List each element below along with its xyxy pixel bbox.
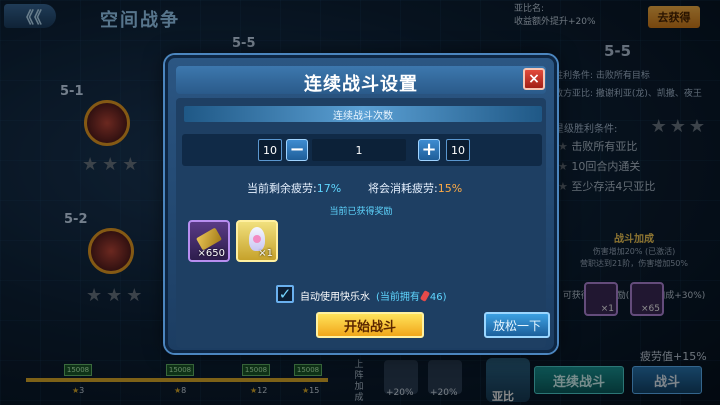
reward-crystal[interactable]: ×1 bbox=[236, 220, 278, 262]
battle-count-section-label: 连续战斗次数 bbox=[184, 106, 542, 122]
start-battle-button[interactable]: 开始战斗 bbox=[316, 312, 424, 338]
battle-count-row: 10 − 1 + 10 bbox=[182, 134, 542, 166]
reward-qty: ×1 bbox=[258, 248, 273, 259]
dialog-title: 连续战斗设置 bbox=[304, 74, 418, 95]
fatigue-current-value: 17% bbox=[316, 182, 342, 195]
fatigue-cost: 将会消耗疲劳:15% bbox=[368, 180, 462, 196]
fatigue-cost-label: 将会消耗疲劳: bbox=[368, 182, 438, 195]
auto-note-prefix: (当前拥有 bbox=[376, 292, 420, 303]
min-count-button[interactable]: 10 bbox=[258, 139, 282, 161]
auto-use-note: (当前拥有 46) bbox=[376, 288, 447, 303]
auto-use-checkbox[interactable]: ✓ bbox=[276, 285, 294, 303]
minus-button[interactable]: − bbox=[286, 139, 308, 161]
dialog-header: 连续战斗设置 bbox=[176, 66, 546, 95]
max-count-button[interactable]: 10 bbox=[446, 139, 470, 161]
auto-use-label: 自动使用快乐水 bbox=[300, 292, 370, 303]
earned-rewards-label: 当前已获得奖励 bbox=[329, 207, 393, 217]
potion-icon bbox=[419, 290, 431, 302]
auto-note-count: 46) bbox=[429, 292, 447, 303]
reward-ticket[interactable]: ×650 bbox=[188, 220, 230, 262]
close-icon[interactable]: × bbox=[523, 68, 545, 90]
battle-count-field[interactable]: 1 bbox=[312, 139, 406, 161]
dialog-body: 连续战斗次数 10 − 1 + 10 当前剩余疲劳:17% 将会消耗疲劳:15%… bbox=[176, 98, 550, 348]
plus-button[interactable]: + bbox=[418, 139, 440, 161]
reward-qty: ×650 bbox=[197, 248, 225, 259]
fatigue-current: 当前剩余疲劳:17% bbox=[247, 180, 341, 196]
fatigue-row: 当前剩余疲劳:17% 将会消耗疲劳:15% bbox=[182, 178, 542, 196]
fatigue-current-label: 当前剩余疲劳: bbox=[247, 182, 317, 195]
continuous-battle-dialog: 连续战斗设置 × 连续战斗次数 10 − 1 + 10 当前剩余疲劳:17% 将… bbox=[165, 55, 557, 353]
relax-button[interactable]: 放松一下 bbox=[484, 312, 550, 338]
fatigue-cost-value: 15% bbox=[437, 182, 463, 195]
auto-use-row: ✓ 自动使用快乐水 (当前拥有 46) bbox=[176, 284, 546, 304]
